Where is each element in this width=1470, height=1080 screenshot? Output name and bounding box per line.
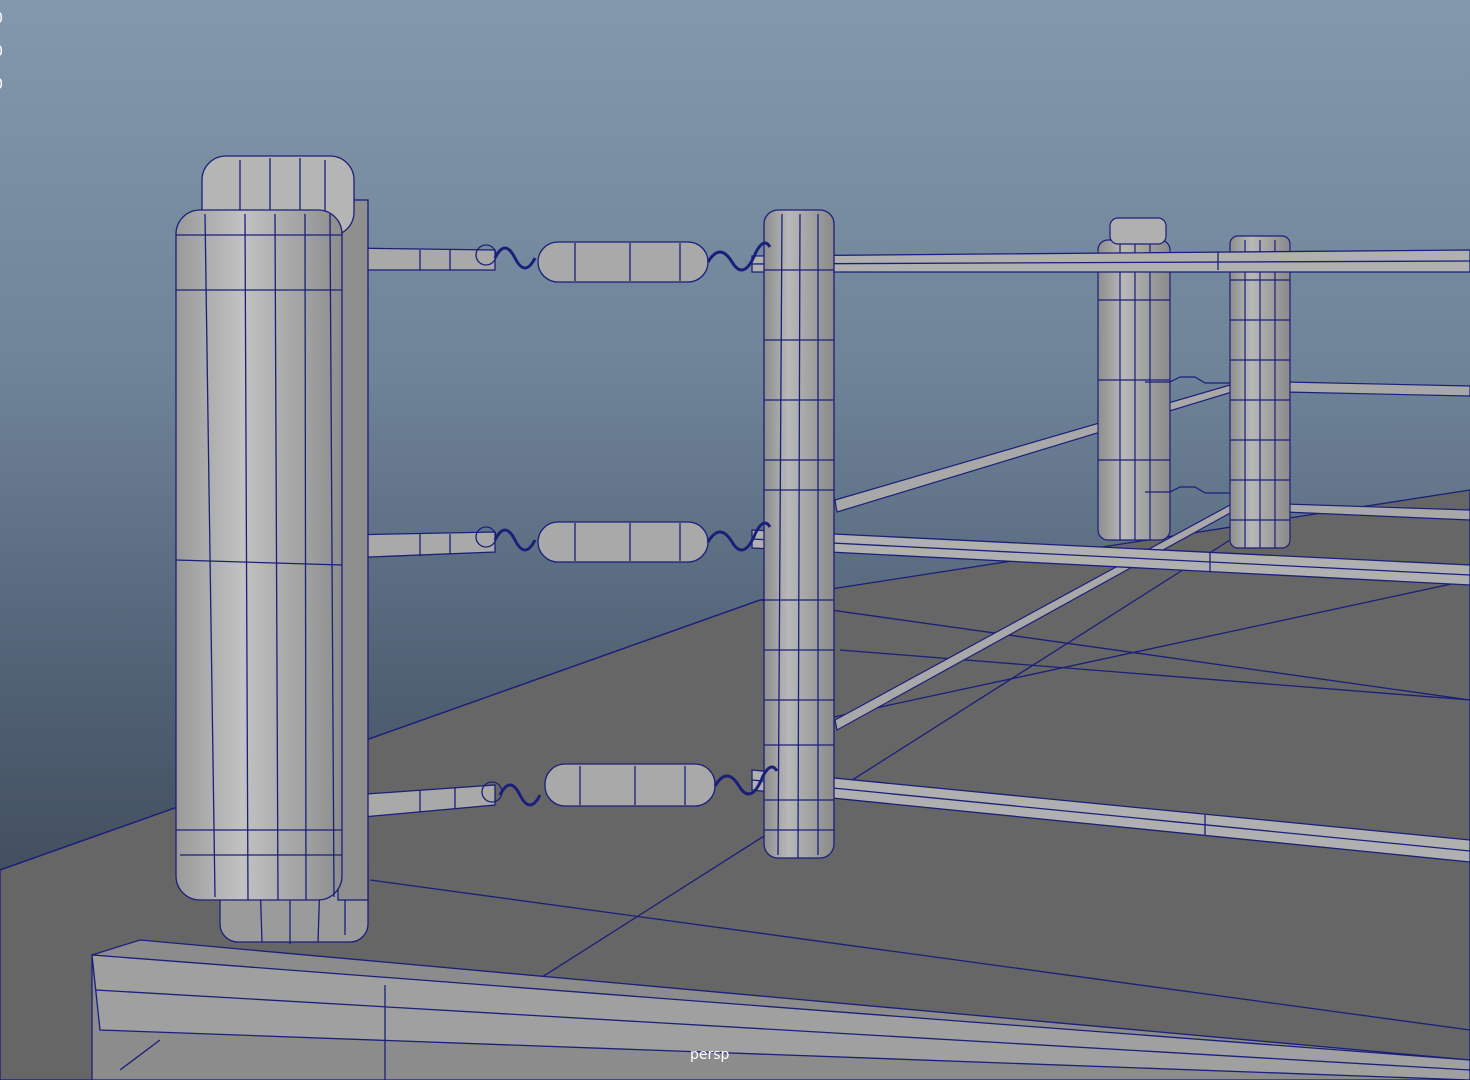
- scene-canvas[interactable]: [0, 0, 1470, 1080]
- right-far-post: [1229, 235, 1291, 549]
- middle-post: [763, 209, 835, 859]
- maya-viewport-persp[interactable]: 0 0 0 persp: [0, 0, 1470, 1080]
- turnbuckle-top: [344, 241, 772, 283]
- corner-post: [175, 155, 369, 944]
- hud-stat-3: 0: [0, 68, 3, 101]
- turnbuckle-middle: [344, 521, 772, 563]
- hud-stats: 0 0 0: [0, 2, 3, 101]
- hud-stat-2: 0: [0, 35, 3, 68]
- hud-stat-1: 0: [0, 2, 3, 35]
- camera-name-label: persp: [690, 1047, 730, 1063]
